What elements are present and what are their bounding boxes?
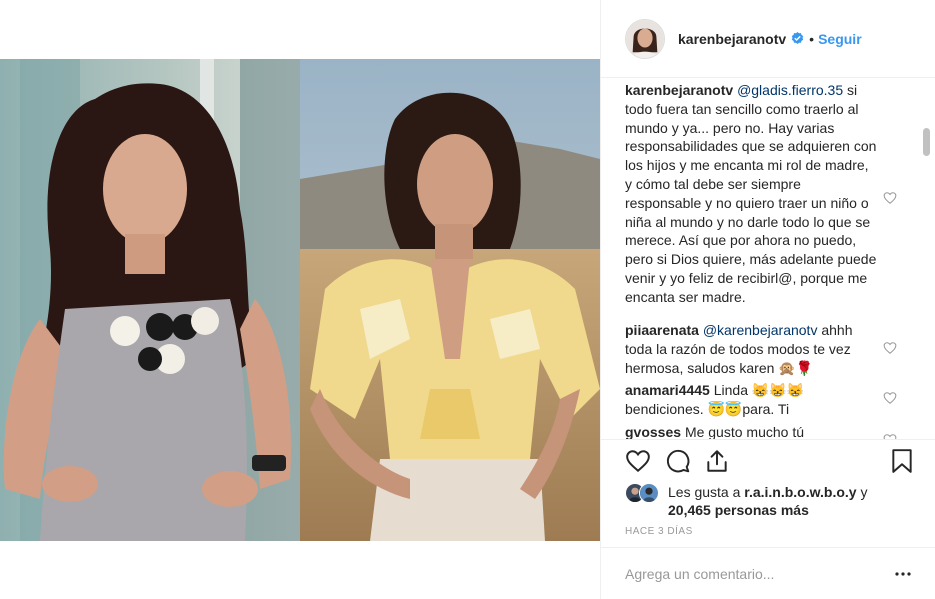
likes-count[interactable]: 20,465 personas más <box>668 502 809 518</box>
comment-item: karenbejaranotv @gladis.fierro.35 si tod… <box>625 81 877 307</box>
comment-input[interactable] <box>625 564 885 584</box>
comment-item: gvosses Me gusto mucho tú <box>625 423 877 439</box>
liker-avatars <box>625 483 665 503</box>
comment-like-heart-icon[interactable] <box>883 191 897 205</box>
comment-username[interactable]: karenbejaranotv <box>625 82 733 98</box>
post-sidebar: karenbejaranotv • Seguir karenbejaranotv… <box>600 0 935 599</box>
share-icon[interactable] <box>704 448 730 474</box>
like-heart-icon[interactable] <box>625 448 651 474</box>
likes-conjunction: y <box>860 484 868 500</box>
post-photo-right <box>300 59 600 541</box>
comment-mention[interactable]: @karenbejaranotv <box>703 322 818 338</box>
comment-mention[interactable]: @gladis.fierro.35 <box>737 82 843 98</box>
comment-text: si todo fuera tan sencillo como traerlo … <box>625 82 877 305</box>
follow-button[interactable]: Seguir <box>818 31 862 47</box>
comment-like-heart-icon[interactable] <box>883 391 897 405</box>
comment-like-heart-icon[interactable] <box>883 341 897 355</box>
comment-username[interactable]: anamari4445 <box>625 382 710 398</box>
comments-list[interactable]: karenbejaranotv @gladis.fierro.35 si tod… <box>601 79 935 439</box>
verified-badge-icon <box>791 32 804 45</box>
comment-bubble-icon[interactable] <box>665 448 691 474</box>
author-username[interactable]: karenbejaranotv <box>678 31 786 47</box>
likes-summary: Les gusta a r.a.i.n.b.o.w.b.o.y y 20,465… <box>625 481 925 521</box>
ellipsis-icon[interactable] <box>895 570 911 578</box>
post-actions-bar <box>601 439 935 481</box>
author-avatar[interactable] <box>625 18 665 59</box>
post-photo-left <box>0 59 300 541</box>
comment-item: piiaarenata @karenbejaranotv ahhh toda l… <box>625 321 877 377</box>
liker-avatar[interactable] <box>639 483 659 503</box>
liker-username[interactable]: r.a.i.n.b.o.w.b.o.y <box>744 484 856 500</box>
post-media[interactable] <box>0 0 600 599</box>
add-comment-section <box>601 547 935 599</box>
comments-scrollbar-thumb[interactable] <box>923 128 930 156</box>
post-header: karenbejaranotv • Seguir <box>601 0 935 78</box>
comment-username[interactable]: gvosses <box>625 424 681 439</box>
comment-item: anamari4445 Linda 😸😸😸 bendiciones. 😇😇par… <box>625 381 877 419</box>
likes-prefix: Les gusta a <box>668 484 741 500</box>
comment-username[interactable]: piiaarenata <box>625 322 699 338</box>
likes-text: Les gusta a r.a.i.n.b.o.w.b.o.y y 20,465… <box>668 483 908 519</box>
bookmark-icon[interactable] <box>889 448 915 474</box>
comment-text: Me gusto mucho tú <box>684 424 804 439</box>
post-timestamp[interactable]: HACE 3 DÍAS <box>625 526 693 537</box>
header-separator: • <box>809 30 815 47</box>
